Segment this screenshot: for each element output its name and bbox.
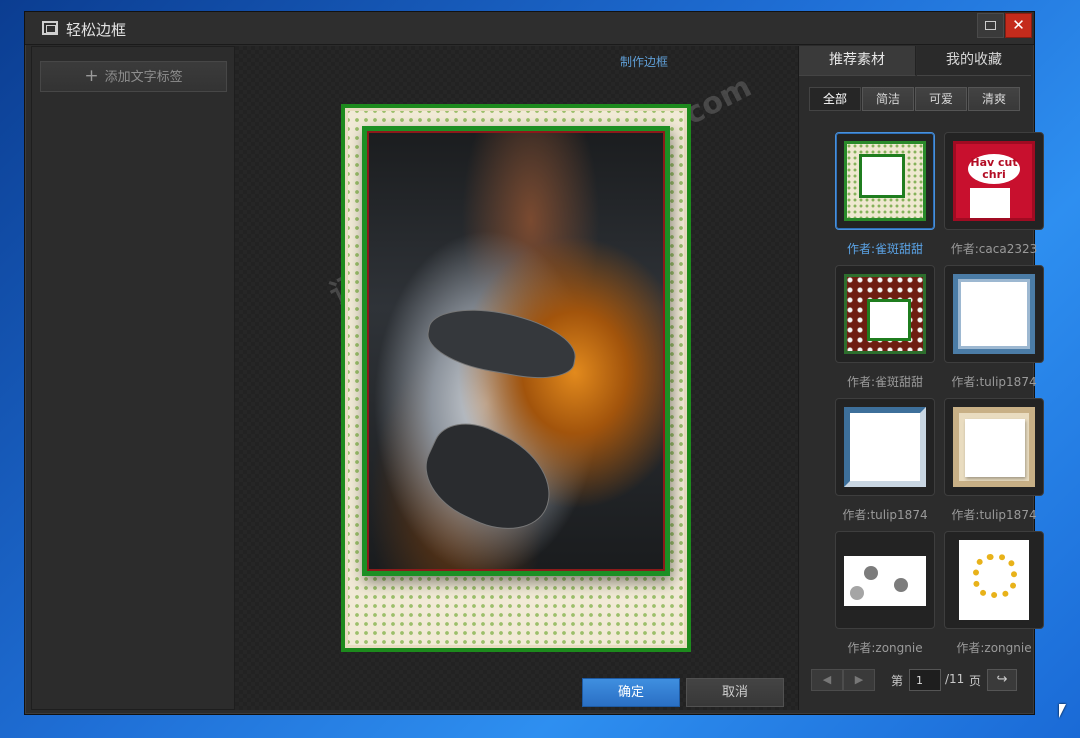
material-card[interactable] (835, 398, 935, 496)
frame-thumbnail (959, 540, 1029, 620)
frame-thumbnail (953, 274, 1035, 354)
frame-thumbnail (953, 407, 1035, 487)
pagination: ◀ ▶ 第 /11 页 ↪ (811, 669, 1021, 691)
frame-canvas-area: 制作边框 记得收藏:黑域基地 Hybase.com 确定 取消 (235, 46, 798, 710)
photo-preview[interactable] (369, 133, 663, 569)
frame-thumbnail (844, 556, 926, 606)
leaf-shape (411, 409, 567, 547)
filter-simple[interactable]: 简洁 (862, 87, 914, 111)
total-pages: /11 (945, 672, 965, 686)
material-author: 作者:tulip1874 (951, 375, 1037, 389)
frame-thumbnail (844, 274, 926, 354)
tab-favorites[interactable]: 我的收藏 (917, 46, 1031, 76)
frame-preview[interactable] (341, 104, 691, 652)
leaf-shape (422, 300, 582, 386)
page-prefix: 第 (891, 674, 904, 688)
material-author: 作者:caca2323 (950, 242, 1038, 256)
frame-thumbnail: Hav cut chri (953, 141, 1035, 221)
go-arrow-icon: ↪ (996, 672, 1008, 687)
close-icon: ✕ (1012, 16, 1025, 34)
chevron-right-icon: ▶ (854, 673, 864, 686)
plus-icon: + (84, 66, 99, 86)
cancel-button[interactable]: 取消 (686, 678, 784, 707)
go-page-button[interactable]: ↪ (987, 669, 1017, 691)
tab-recommended[interactable]: 推荐素材 (799, 46, 916, 76)
filter-cute[interactable]: 可爱 (915, 87, 967, 111)
material-card[interactable] (835, 265, 935, 363)
title-bar[interactable]: 轻松边框 ✕ (25, 12, 1034, 45)
material-card[interactable]: Hav cut chri (944, 132, 1044, 230)
material-card[interactable] (835, 132, 935, 230)
material-card[interactable] (944, 398, 1044, 496)
page-suffix: 页 (969, 674, 982, 688)
window-title: 轻松边框 (66, 21, 127, 39)
chevron-left-icon: ◀ (822, 673, 832, 686)
app-window: 轻松边框 ✕ + 添加文字标签 制作边框 记得收藏:黑域基地 Hybase.com… (24, 11, 1044, 715)
prev-page-button[interactable]: ◀ (811, 669, 843, 691)
material-card[interactable] (944, 265, 1044, 363)
filter-all[interactable]: 全部 (809, 87, 861, 111)
text-tag-panel: + 添加文字标签 (31, 46, 235, 710)
material-card[interactable] (835, 531, 935, 629)
material-author: 作者:雀斑甜甜 (846, 375, 924, 389)
frame-thumbnail (844, 407, 926, 487)
mouse-cursor-icon (1059, 704, 1066, 718)
add-text-tag-label: 添加文字标签 (104, 70, 183, 85)
thumbnail-text: Hav cut chri (968, 154, 1020, 184)
confirm-button[interactable]: 确定 (582, 678, 680, 707)
category-filter: 全部 简洁 可爱 清爽 (809, 87, 1021, 111)
filter-fresh[interactable]: 清爽 (968, 87, 1020, 111)
canvas-title: 制作边框 (619, 55, 668, 69)
material-author: 作者:zongnie (956, 641, 1032, 655)
material-card[interactable] (944, 531, 1044, 629)
material-tabs: 推荐素材 我的收藏 (799, 46, 1031, 76)
close-button[interactable]: ✕ (1005, 13, 1032, 38)
next-page-button[interactable]: ▶ (843, 669, 875, 691)
material-author: 作者:tulip1874 (951, 508, 1037, 522)
frame-thumbnail (844, 141, 926, 221)
material-panel: 推荐素材 我的收藏 全部 简洁 可爱 清爽 作者:雀斑甜甜 Hav cut ch… (798, 46, 1044, 710)
add-text-tag-button[interactable]: + 添加文字标签 (40, 61, 227, 92)
material-author: 作者:tulip1874 (842, 508, 928, 522)
frame-inner-border (362, 126, 670, 576)
frame-app-icon (42, 21, 58, 35)
maximize-icon (985, 21, 996, 30)
material-author: 作者:雀斑甜甜 (846, 242, 924, 256)
maximize-button[interactable] (977, 13, 1004, 38)
material-author: 作者:zongnie (847, 641, 923, 655)
page-number-input[interactable] (909, 669, 941, 691)
